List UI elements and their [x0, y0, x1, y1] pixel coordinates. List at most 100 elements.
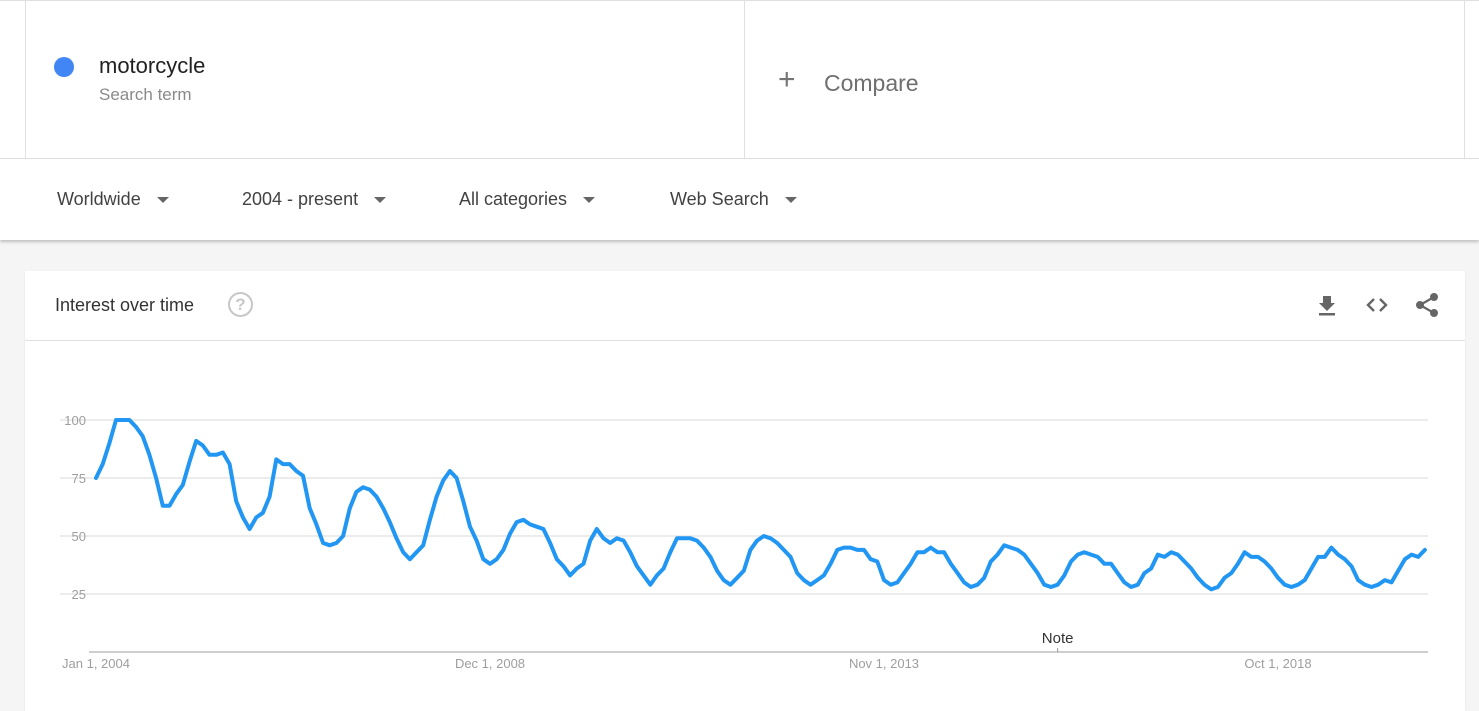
data-point[interactable] [301, 474, 305, 478]
data-point[interactable] [962, 580, 966, 584]
data-point[interactable] [1303, 578, 1307, 582]
data-point[interactable] [1002, 543, 1006, 547]
data-point[interactable] [622, 539, 626, 543]
data-point[interactable] [728, 583, 732, 587]
data-point[interactable] [1149, 566, 1153, 570]
data-point[interactable] [294, 469, 298, 473]
data-point[interactable] [441, 478, 445, 482]
data-point[interactable] [682, 536, 686, 540]
data-point[interactable] [194, 439, 198, 443]
data-point[interactable] [588, 539, 592, 543]
data-point[interactable] [842, 546, 846, 550]
data-point[interactable] [1296, 583, 1300, 587]
data-point[interactable] [942, 550, 946, 554]
data-point[interactable] [909, 562, 913, 566]
data-point[interactable] [642, 573, 646, 577]
data-point[interactable] [368, 488, 372, 492]
data-point[interactable] [1042, 583, 1046, 587]
data-point[interactable] [628, 550, 632, 554]
data-point[interactable] [388, 520, 392, 524]
data-point[interactable] [374, 495, 378, 499]
data-point[interactable] [401, 550, 405, 554]
data-point[interactable] [348, 506, 352, 510]
data-point[interactable] [869, 557, 873, 561]
data-point[interactable] [1062, 573, 1066, 577]
data-point[interactable] [268, 495, 272, 499]
data-point[interactable] [1356, 578, 1360, 582]
data-point[interactable] [702, 546, 706, 550]
data-point[interactable] [1096, 555, 1100, 559]
data-point[interactable] [1049, 585, 1053, 589]
data-point[interactable] [248, 527, 252, 531]
data-point[interactable] [1109, 562, 1113, 566]
data-point[interactable] [1269, 566, 1273, 570]
data-point[interactable] [521, 518, 525, 522]
data-point[interactable] [969, 585, 973, 589]
data-point[interactable] [1136, 583, 1140, 587]
data-point[interactable] [989, 560, 993, 564]
data-point[interactable] [835, 548, 839, 552]
data-point[interactable] [915, 550, 919, 554]
data-point[interactable] [314, 522, 318, 526]
data-point[interactable] [501, 548, 505, 552]
data-point[interactable] [308, 506, 312, 510]
data-point[interactable] [421, 543, 425, 547]
data-point[interactable] [1236, 562, 1240, 566]
data-point[interactable] [395, 536, 399, 540]
data-point[interactable] [1410, 553, 1414, 557]
data-point[interactable] [161, 504, 165, 508]
data-point[interactable] [187, 460, 191, 464]
data-point[interactable] [1243, 550, 1247, 554]
data-point[interactable] [1056, 583, 1060, 587]
data-point[interactable] [528, 522, 532, 526]
data-point[interactable] [94, 476, 98, 480]
data-point[interactable] [1009, 546, 1013, 550]
data-point[interactable] [662, 566, 666, 570]
data-point[interactable] [321, 541, 325, 545]
data-point[interactable] [1223, 576, 1227, 580]
data-point[interactable] [849, 546, 853, 550]
data-point[interactable] [274, 457, 278, 461]
data-point[interactable] [488, 562, 492, 566]
data-point[interactable] [435, 495, 439, 499]
data-point[interactable] [1142, 571, 1146, 575]
data-point[interactable] [475, 539, 479, 543]
data-point[interactable] [581, 562, 585, 566]
data-point[interactable] [254, 515, 258, 519]
data-point[interactable] [688, 536, 692, 540]
data-point[interactable] [1309, 566, 1313, 570]
data-point[interactable] [1169, 550, 1173, 554]
data-point[interactable] [201, 444, 205, 448]
data-point[interactable] [789, 555, 793, 559]
data-point[interactable] [855, 548, 859, 552]
data-point[interactable] [935, 550, 939, 554]
data-point[interactable] [1283, 583, 1287, 587]
data-point[interactable] [408, 557, 412, 561]
data-point[interactable] [822, 573, 826, 577]
data-point[interactable] [208, 453, 212, 457]
data-point[interactable] [167, 504, 171, 508]
data-point[interactable] [1016, 548, 1020, 552]
data-point[interactable] [548, 541, 552, 545]
data-point[interactable] [1323, 555, 1327, 559]
data-point[interactable] [922, 550, 926, 554]
data-point[interactable] [722, 578, 726, 582]
data-point[interactable] [1316, 555, 1320, 559]
data-point[interactable] [708, 555, 712, 559]
data-point[interactable] [555, 557, 559, 561]
data-point[interactable] [481, 557, 485, 561]
data-point[interactable] [1289, 585, 1293, 589]
data-point[interactable] [748, 548, 752, 552]
data-point[interactable] [1343, 557, 1347, 561]
data-point[interactable] [448, 469, 452, 473]
data-point[interactable] [354, 490, 358, 494]
data-point[interactable] [802, 578, 806, 582]
data-point[interactable] [602, 536, 606, 540]
data-point[interactable] [1229, 571, 1233, 575]
data-point[interactable] [955, 571, 959, 575]
data-point[interactable] [675, 536, 679, 540]
data-point[interactable] [261, 511, 265, 515]
data-point[interactable] [415, 550, 419, 554]
data-point[interactable] [181, 483, 185, 487]
data-point[interactable] [668, 550, 672, 554]
